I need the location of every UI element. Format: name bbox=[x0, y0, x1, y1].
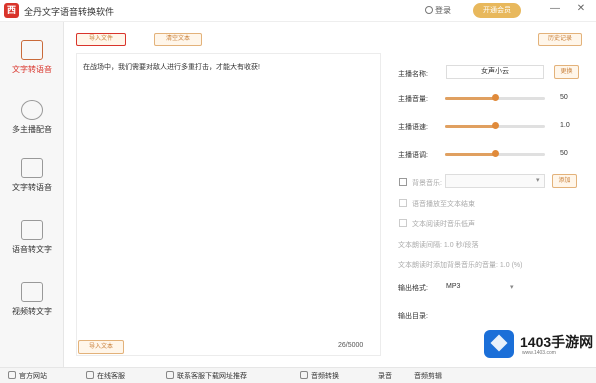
text-input[interactable]: 在战场中，我们需要对敌人进行多重打击，才能大有收获! bbox=[76, 53, 381, 356]
speed-value: 1.0 bbox=[560, 122, 570, 129]
cube-icon bbox=[484, 330, 514, 358]
pitch-label: 主播语调: bbox=[398, 152, 428, 159]
sidebar-item-text-speech[interactable]: 文字转语音 bbox=[0, 150, 64, 210]
app-logo-icon: 西 bbox=[4, 3, 19, 18]
speed-slider[interactable] bbox=[445, 122, 545, 129]
bgm-checkbox[interactable] bbox=[399, 178, 407, 186]
sidebar: 文字转语音 多主播配音 文字转语音 语音转文字 视频转文字 bbox=[0, 22, 64, 367]
sidebar-item-label: 文字转语音 bbox=[12, 65, 52, 74]
option-checkbox[interactable] bbox=[399, 219, 407, 227]
text-to-speech-icon bbox=[21, 40, 43, 60]
sidebar-item-multi-anchor[interactable]: 多主播配音 bbox=[0, 92, 64, 152]
change-anchor-button[interactable]: 更换 bbox=[554, 65, 579, 79]
sidebar-item-speech-to-text[interactable]: 语音转文字 bbox=[0, 212, 64, 272]
speed-knob[interactable] bbox=[492, 122, 499, 129]
online-service-label: 在线客服 bbox=[97, 373, 125, 380]
sidebar-item-label: 语音转文字 bbox=[12, 245, 52, 254]
multi-anchor-icon bbox=[21, 100, 43, 120]
title-bar: 西 全丹文字语音转换软件 登录 开通会员 — ✕ bbox=[0, 0, 596, 22]
minimize-icon[interactable]: — bbox=[548, 3, 562, 14]
volume-slider[interactable] bbox=[445, 94, 545, 101]
login-button[interactable]: 登录 bbox=[425, 5, 451, 16]
option-text: 语音播放至文本结束 bbox=[412, 201, 475, 208]
pitch-value: 50 bbox=[560, 150, 568, 157]
sidebar-item-label: 多主播配音 bbox=[12, 125, 52, 134]
sidebar-item-label: 视频转文字 bbox=[12, 307, 52, 316]
vip-button[interactable]: 开通会员 bbox=[473, 3, 521, 18]
watermark-logo: 1403手游网 www.1403.com bbox=[478, 326, 596, 366]
char-counter: 26/5000 bbox=[338, 342, 364, 349]
record-link[interactable]: 录音 bbox=[378, 371, 392, 381]
chevron-down-icon: ▾ bbox=[536, 177, 540, 184]
anchor-name-field[interactable]: 女声小云 bbox=[446, 65, 544, 79]
user-icon bbox=[425, 6, 433, 14]
audio-convert-link[interactable]: 音频转换 bbox=[300, 371, 339, 381]
close-icon[interactable]: ✕ bbox=[574, 3, 588, 14]
speech-to-text-icon bbox=[21, 220, 43, 240]
chevron-down-icon: ▾ bbox=[510, 284, 514, 291]
audio-icon bbox=[300, 371, 308, 379]
link-icon bbox=[166, 371, 174, 379]
add-bgm-button[interactable]: 添加 bbox=[552, 174, 577, 188]
output-dir-label: 输出目录: bbox=[398, 313, 428, 320]
recommend-label: 联系客服下载网址推荐 bbox=[177, 373, 247, 380]
bgm-volume-text: 文本朗读时添加背景音乐的音量: 1.0 (%) bbox=[398, 262, 523, 269]
sidebar-item-text-to-speech[interactable]: 文字转语音 bbox=[0, 32, 64, 92]
volume-knob[interactable] bbox=[492, 94, 499, 101]
import-file-button[interactable]: 导入文件 bbox=[76, 33, 126, 46]
volume-value: 50 bbox=[560, 94, 568, 101]
bgm-field[interactable] bbox=[445, 174, 545, 188]
interval-text: 文本朗读间隔: 1.0 秒/段落 bbox=[398, 242, 479, 249]
speed-label: 主播语速: bbox=[398, 124, 428, 131]
home-icon bbox=[8, 371, 16, 379]
option-checkbox[interactable] bbox=[399, 199, 407, 207]
anchor-label: 主播名称: bbox=[398, 71, 428, 78]
online-service-link[interactable]: 在线客服 bbox=[86, 371, 125, 381]
volume-label: 主播音量: bbox=[398, 96, 428, 103]
pitch-knob[interactable] bbox=[492, 150, 499, 157]
watermark-url: www.1403.com bbox=[522, 350, 556, 356]
chat-icon bbox=[86, 371, 94, 379]
recommend-link[interactable]: 联系客服下载网址推荐 bbox=[166, 371, 247, 381]
editor-area: 导入文件 清空文本 历史记录 在战场中，我们需要对敌人进行多重打击，才能大有收获… bbox=[76, 26, 582, 362]
app-title: 全丹文字语音转换软件 bbox=[24, 7, 115, 17]
audio-convert-label: 音频转换 bbox=[311, 373, 339, 380]
bottom-bar: 官方网站 在线客服 联系客服下载网址推荐 音频转换 录音 音频剪辑 bbox=[0, 367, 596, 383]
pitch-slider[interactable] bbox=[445, 150, 545, 157]
format-label: 输出格式: bbox=[398, 285, 428, 292]
option-text: 文本阅读时音乐低声 bbox=[412, 221, 475, 228]
watermark-text: 1403手游网 bbox=[520, 334, 594, 350]
official-site-link[interactable]: 官方网站 bbox=[8, 371, 47, 381]
sidebar-item-video-to-text[interactable]: 视频转文字 bbox=[0, 274, 64, 334]
login-label: 登录 bbox=[435, 6, 451, 15]
video-to-text-icon bbox=[21, 282, 43, 302]
history-button[interactable]: 历史记录 bbox=[538, 33, 582, 46]
document-icon bbox=[21, 158, 43, 178]
official-site-label: 官方网站 bbox=[19, 373, 47, 380]
import-text-button[interactable]: 导入文本 bbox=[78, 340, 124, 354]
bgm-label: 背景音乐: bbox=[412, 180, 442, 187]
clear-text-button[interactable]: 清空文本 bbox=[154, 33, 202, 46]
sidebar-item-label: 文字转语音 bbox=[12, 183, 52, 192]
audio-edit-link[interactable]: 音频剪辑 bbox=[414, 371, 442, 381]
